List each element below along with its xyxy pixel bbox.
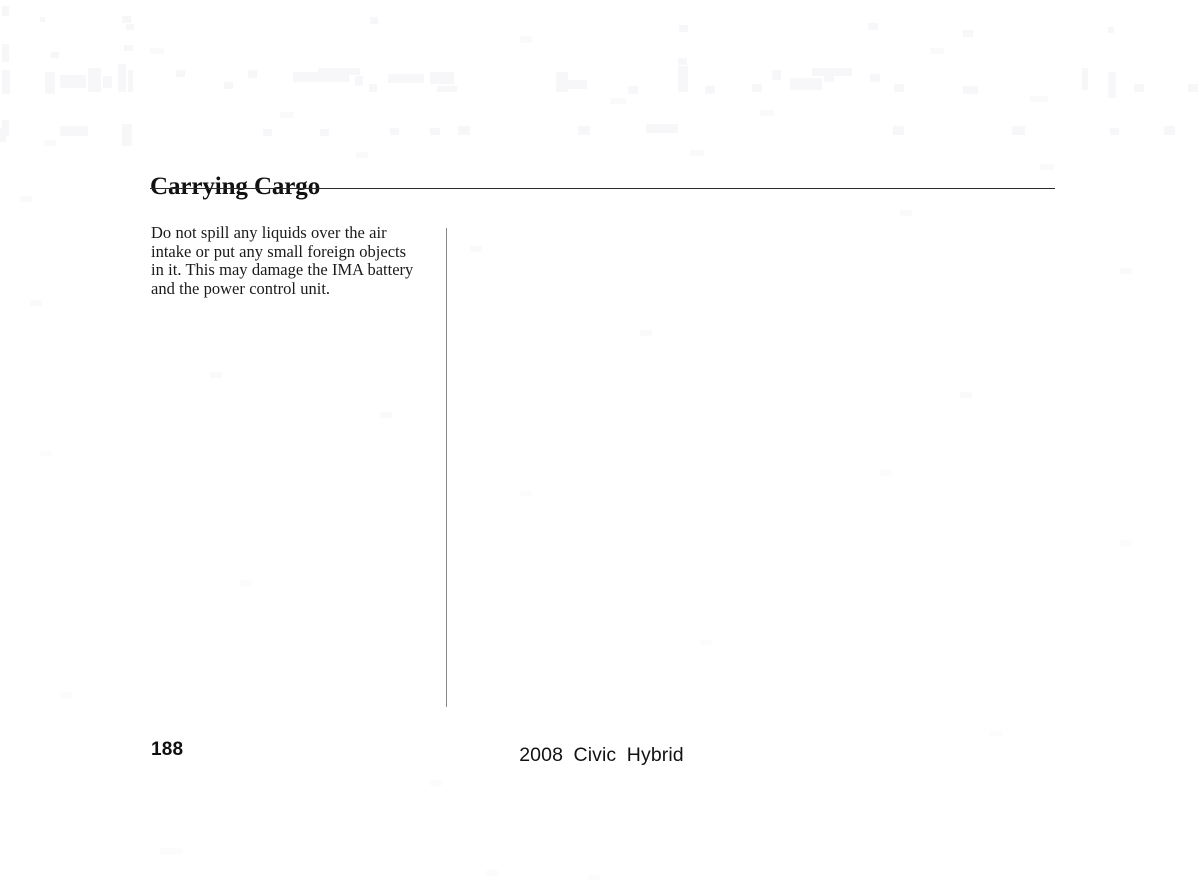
warning-paragraph: Do not spill any liquids over the air in… <box>151 223 414 298</box>
manual-page: Carrying Cargo Do not spill any liquids … <box>0 0 1200 892</box>
column-divider <box>446 228 447 707</box>
model-year-footer: 2008 Civic Hybrid <box>519 744 684 766</box>
right-content-column <box>470 224 1055 704</box>
page-title: Carrying Cargo <box>150 172 321 200</box>
left-content-column: Do not spill any liquids over the air in… <box>151 223 423 298</box>
title-underline-rule <box>150 188 1055 189</box>
